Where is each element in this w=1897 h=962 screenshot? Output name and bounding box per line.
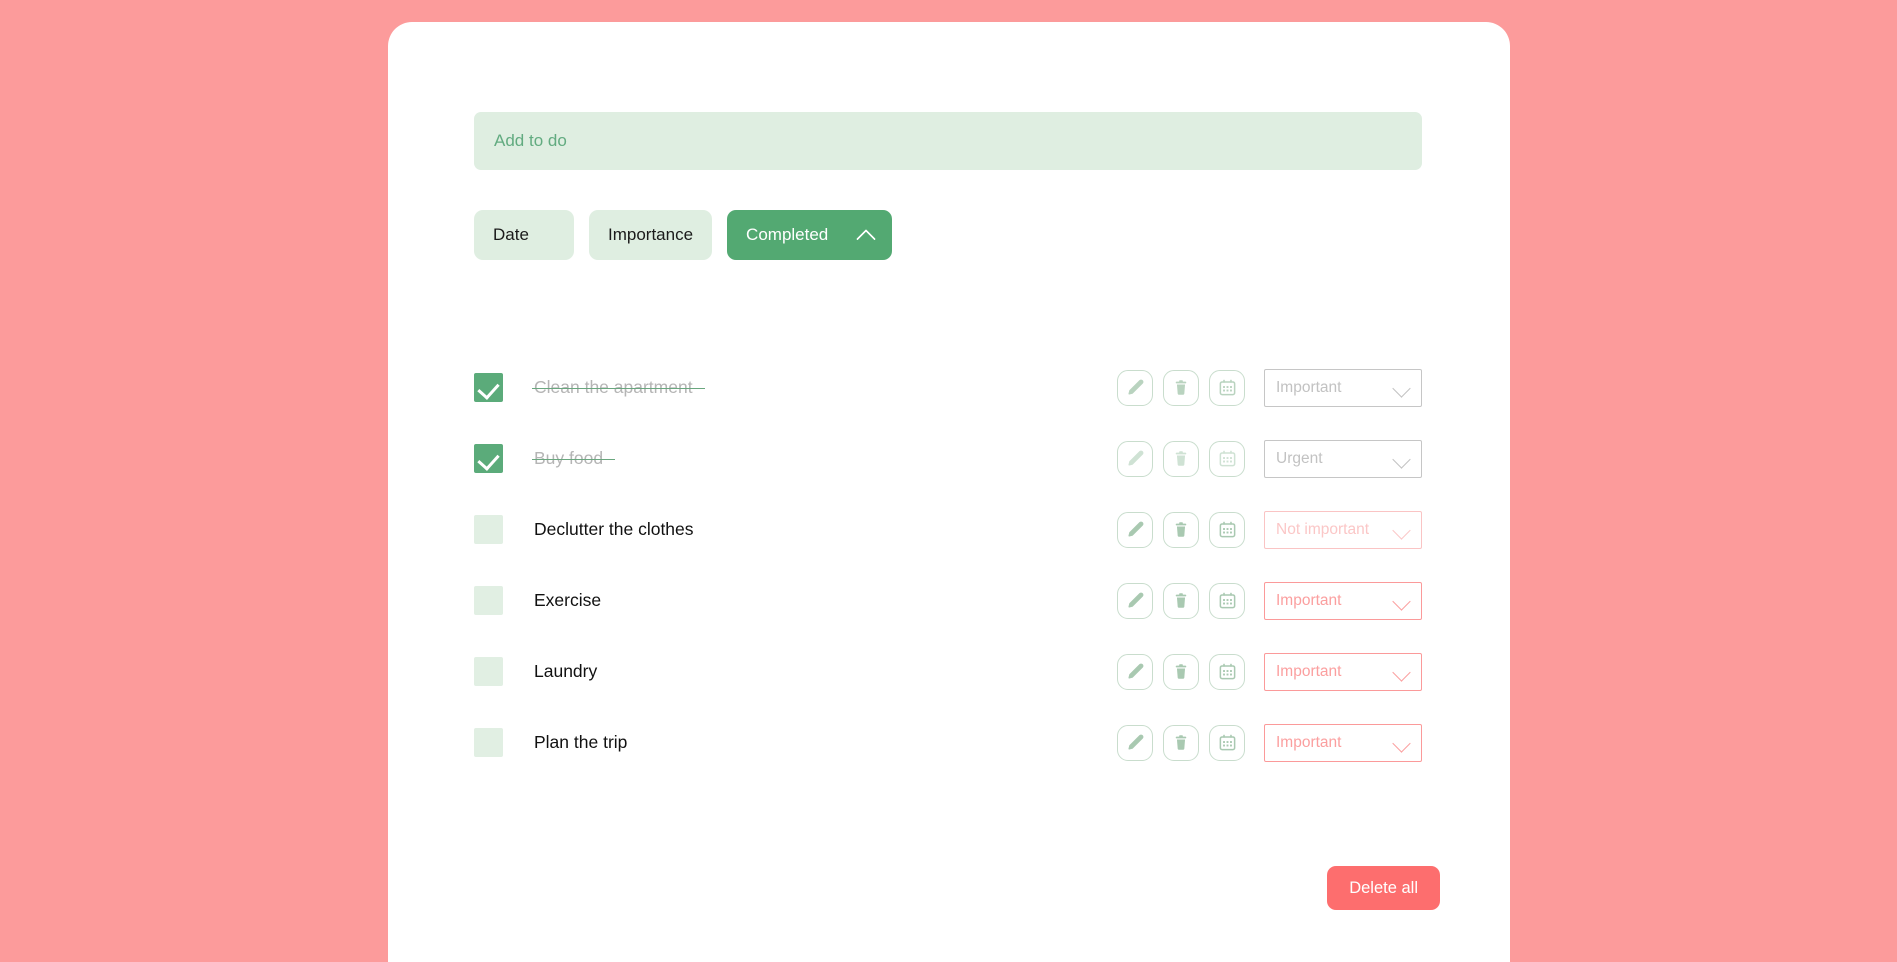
todo-app-card: Date Importance Completed Clean the apar… (388, 22, 1510, 962)
priority-select[interactable]: Urgent (1264, 439, 1422, 478)
row-actions: Important (1117, 723, 1422, 762)
edit-button[interactable] (1117, 369, 1153, 406)
todo-checkbox[interactable] (474, 515, 503, 544)
add-todo-row (474, 112, 1422, 170)
todo-title[interactable]: Plan the trip (534, 732, 627, 753)
edit-icon (1126, 733, 1145, 752)
chevron-down-icon (1392, 666, 1412, 678)
chevron-down-icon (1392, 524, 1412, 536)
delete-button[interactable] (1163, 511, 1199, 548)
filter-completed-button[interactable]: Completed (727, 210, 893, 260)
table-row: Buy food Urgent (474, 423, 1422, 494)
priority-value: Important (1276, 378, 1342, 396)
edit-icon (1126, 662, 1145, 681)
delete-all-button[interactable]: Delete all (1327, 866, 1440, 910)
todo-title[interactable]: Clean the apartment (532, 377, 705, 398)
calendar-button[interactable] (1209, 369, 1245, 406)
calendar-icon (1218, 378, 1237, 397)
priority-select[interactable]: Important (1264, 368, 1422, 407)
calendar-icon (1218, 733, 1237, 752)
todo-checkbox[interactable] (474, 586, 503, 615)
todo-checkbox[interactable] (474, 444, 503, 473)
edit-icon (1126, 520, 1145, 539)
delete-button[interactable] (1163, 369, 1199, 406)
priority-select[interactable]: Important (1264, 652, 1422, 691)
delete-icon (1172, 379, 1190, 397)
edit-button[interactable] (1117, 724, 1153, 761)
priority-value: Important (1276, 733, 1342, 751)
chevron-up-icon (858, 227, 875, 244)
delete-button[interactable] (1163, 582, 1199, 619)
delete-icon (1172, 592, 1190, 610)
todo-list: Clean the apartment Important Buy food U… (474, 352, 1422, 778)
filter-date-button[interactable]: Date (474, 210, 574, 260)
priority-value: Not important (1276, 520, 1370, 538)
todo-title[interactable]: Exercise (534, 590, 601, 611)
table-row: Exercise Important (474, 565, 1422, 636)
filter-date-label: Date (493, 225, 529, 244)
filter-completed-label: Completed (746, 225, 829, 244)
row-actions: Important (1117, 581, 1422, 620)
todo-checkbox[interactable] (474, 657, 503, 686)
delete-icon (1172, 734, 1190, 752)
table-row: Laundry Important (474, 636, 1422, 707)
delete-button[interactable] (1163, 440, 1199, 477)
chevron-down-icon (1392, 453, 1412, 465)
todo-checkbox[interactable] (474, 728, 503, 757)
todo-title[interactable]: Laundry (534, 661, 597, 682)
table-row: Declutter the clothes Not important (474, 494, 1422, 565)
todo-title[interactable]: Buy food (531, 448, 616, 469)
calendar-button[interactable] (1209, 724, 1245, 761)
table-row: Clean the apartment Important (474, 352, 1422, 423)
priority-value: Important (1276, 662, 1342, 680)
delete-icon (1172, 450, 1190, 468)
edit-button[interactable] (1117, 653, 1153, 690)
edit-icon (1126, 591, 1145, 610)
calendar-button[interactable] (1209, 582, 1245, 619)
table-row: Plan the trip Important (474, 707, 1422, 778)
edit-button[interactable] (1117, 582, 1153, 619)
edit-icon (1126, 378, 1145, 397)
priority-value: Urgent (1276, 449, 1323, 467)
priority-select[interactable]: Important (1264, 581, 1422, 620)
delete-icon (1172, 521, 1190, 539)
calendar-button[interactable] (1209, 440, 1245, 477)
priority-select[interactable]: Not important (1264, 510, 1422, 549)
calendar-button[interactable] (1209, 511, 1245, 548)
priority-select[interactable]: Important (1264, 723, 1422, 762)
row-actions: Important (1117, 368, 1422, 407)
edit-button[interactable] (1117, 440, 1153, 477)
chevron-down-icon (1392, 382, 1412, 394)
delete-button[interactable] (1163, 724, 1199, 761)
filter-importance-label: Importance (608, 225, 694, 244)
filter-importance-button[interactable]: Importance (589, 210, 713, 260)
chevron-down-icon (1392, 595, 1412, 607)
calendar-icon (1218, 662, 1237, 681)
row-actions: Not important (1117, 510, 1422, 549)
row-actions: Important (1117, 652, 1422, 691)
chevron-down-icon (1392, 737, 1412, 749)
delete-button[interactable] (1163, 653, 1199, 690)
todo-title[interactable]: Declutter the clothes (534, 519, 694, 540)
edit-icon (1126, 449, 1145, 468)
add-todo-input[interactable] (474, 112, 1422, 170)
calendar-button[interactable] (1209, 653, 1245, 690)
calendar-icon (1218, 520, 1237, 539)
filter-bar: Date Importance Completed (474, 210, 893, 260)
row-actions: Urgent (1117, 439, 1422, 478)
delete-icon (1172, 663, 1190, 681)
priority-value: Important (1276, 591, 1342, 609)
calendar-icon (1218, 449, 1237, 468)
calendar-icon (1218, 591, 1237, 610)
todo-checkbox[interactable] (474, 373, 503, 402)
edit-button[interactable] (1117, 511, 1153, 548)
